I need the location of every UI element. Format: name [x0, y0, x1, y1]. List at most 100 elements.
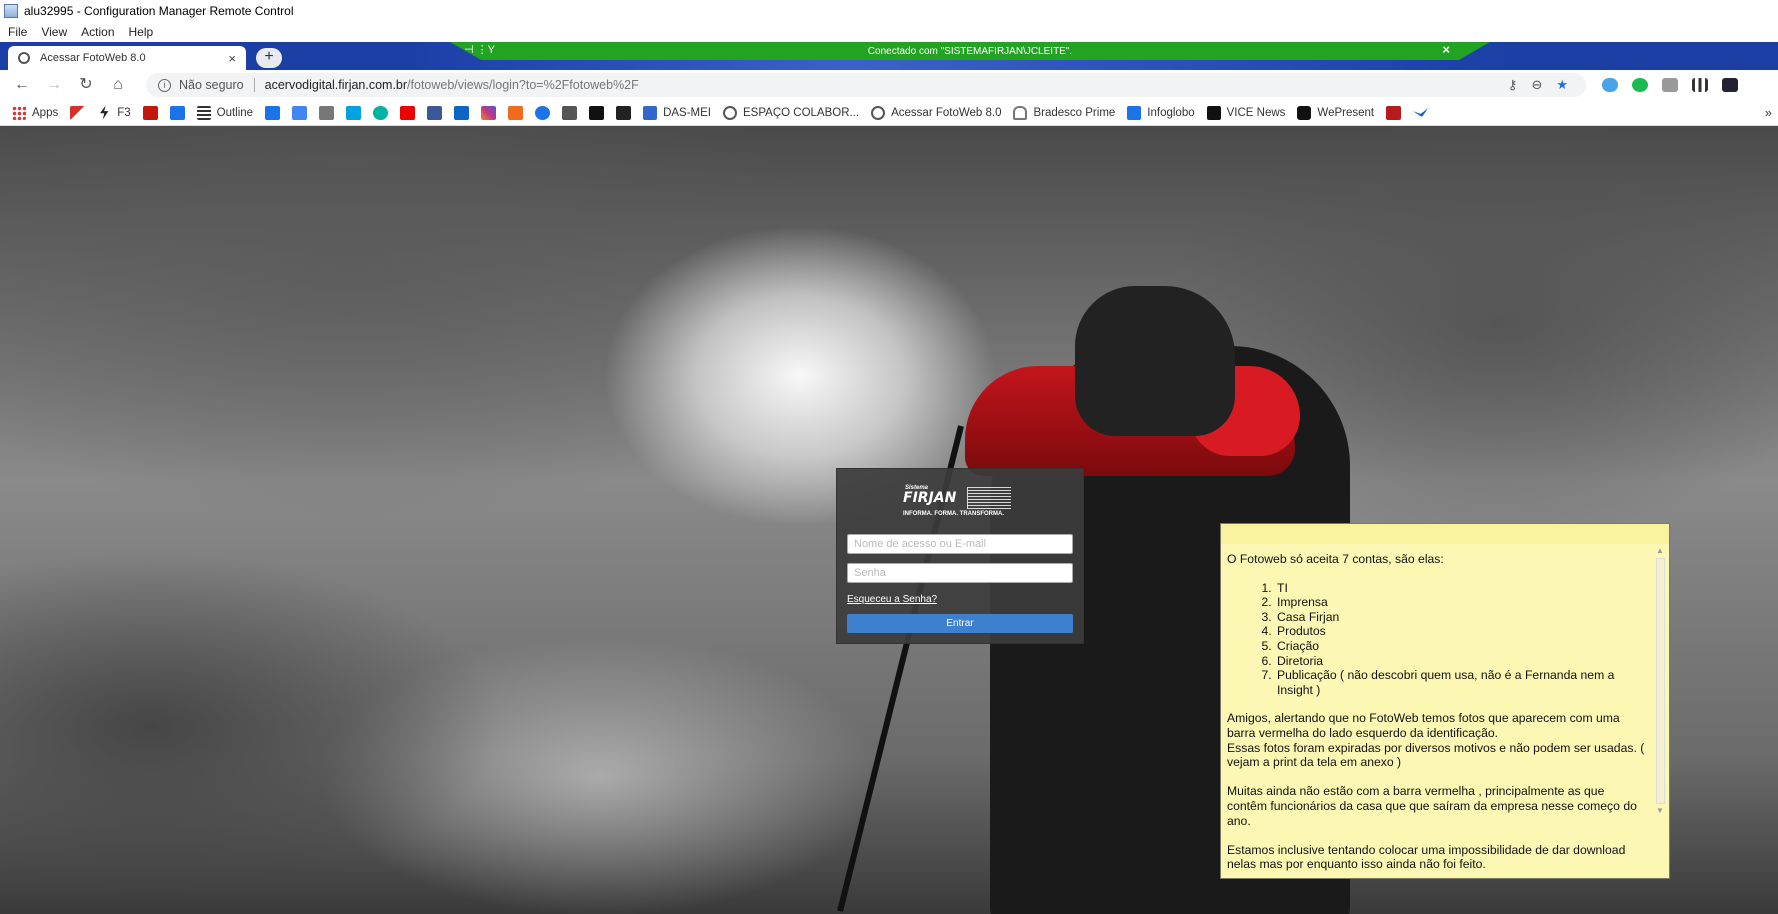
sticky-note-scrollbar[interactable]: ▲ ▼	[1654, 546, 1666, 876]
remote-connection-bar: ⊣ ⋮Y Conectado com "SISTEMAFIRJAN\JCLEIT…	[450, 42, 1490, 60]
bookmark-label: Infoglobo	[1147, 106, 1195, 119]
f-icon[interactable]	[265, 105, 281, 120]
note-spacer	[1227, 828, 1647, 843]
s-icon[interactable]	[346, 105, 362, 120]
linkedin-icon[interactable]	[454, 105, 470, 120]
password-input[interactable]	[847, 563, 1073, 583]
k-icon[interactable]	[508, 105, 524, 120]
logo-mark-icon	[967, 487, 1011, 509]
dropbox-extension-icon[interactable]	[1662, 78, 1678, 92]
tab-title: Acessar FotoWeb 8.0	[40, 52, 146, 64]
cloud-extension-icon[interactable]	[1602, 78, 1618, 92]
back-arrow-icon[interactable]: ←	[12, 75, 32, 95]
bookmark-outline[interactable]: Outline	[196, 105, 253, 120]
list-item: Publicação ( não descobri quem usa, não …	[1275, 668, 1647, 697]
bookmark-label: Acessar FotoWeb 8.0	[891, 106, 1002, 119]
bookmark-f3[interactable]: F3	[97, 105, 131, 120]
firjan-logo: Sistema FIRJAN INFORMA. FORMA. TRANSFORM…	[903, 485, 1023, 519]
url-path: /fotoweb/views/login?to=%2Ffotoweb%2F	[407, 78, 639, 92]
bookmark-label: WePresent	[1317, 106, 1375, 119]
a-icon[interactable]	[589, 105, 605, 120]
omnibox-divider	[253, 78, 255, 92]
bookmark-label: Apps	[32, 106, 59, 119]
scroll-thumb[interactable]	[1655, 558, 1665, 804]
browser-tab-strip: Acessar FotoWeb 8.0 × + ⊣ ⋮Y Conectado c…	[0, 42, 1778, 70]
list-item: Casa Firjan	[1275, 610, 1647, 625]
sticky-note[interactable]: O Fotoweb só aceita 7 contas, são elas: …	[1220, 523, 1670, 879]
globe-icon	[18, 52, 30, 64]
bookmark-star-icon[interactable]: ★	[1556, 77, 1568, 93]
apps-grid-icon	[12, 105, 26, 120]
bookmark-wepresent[interactable]: WePresent	[1297, 105, 1375, 120]
bookmark-bradesco-prime[interactable]: Bradesco Prime	[1013, 105, 1115, 120]
g1-icon[interactable]	[142, 105, 158, 120]
new-tab-button[interactable]: +	[256, 48, 282, 68]
logo-brand-text: FIRJAN	[903, 490, 957, 506]
bookmark-das-mei[interactable]: DAS-MEI	[643, 105, 711, 120]
bookmark-label: F3	[117, 106, 131, 119]
santander-icon[interactable]	[400, 105, 416, 120]
zoom-icon[interactable]: ⊖	[1531, 77, 1542, 93]
security-label[interactable]: Não seguro	[179, 78, 244, 92]
username-input[interactable]	[847, 534, 1073, 554]
url-bar[interactable]: i Não seguro acervodigital.firjan.com.br…	[146, 73, 1586, 97]
gear-icon[interactable]	[535, 105, 551, 120]
dg-icon[interactable]	[319, 105, 335, 120]
bookmarks-overflow-icon[interactable]: »	[1765, 105, 1772, 120]
reload-icon[interactable]: ↻	[76, 75, 96, 95]
list-item: Criação	[1275, 639, 1647, 654]
chat-extension-icon[interactable]	[1632, 78, 1648, 92]
window-menu-bar: File View Action Help	[0, 22, 1778, 42]
tab-fotoweb[interactable]: Acessar FotoWeb 8.0 ×	[8, 46, 246, 70]
instagram-icon[interactable]	[481, 105, 497, 120]
note-paragraph-3: Estamos inclusive tentando colocar uma i…	[1227, 842, 1626, 872]
info-icon[interactable]: i	[158, 78, 171, 92]
scroll-up-icon[interactable]: ▲	[1654, 546, 1666, 556]
scroll-down-icon[interactable]: ▼	[1654, 806, 1666, 816]
translate-icon[interactable]	[292, 105, 308, 120]
facebook-icon[interactable]	[427, 105, 443, 120]
forward-arrow-icon[interactable]: →	[44, 75, 64, 95]
list-item: Imprensa	[1275, 595, 1647, 610]
login-submit-button[interactable]: Entrar	[847, 614, 1073, 633]
home-icon[interactable]: ⌂	[108, 75, 128, 95]
bookmark-infoglobo[interactable]: Infoglobo	[1127, 105, 1195, 120]
sticky-note-header[interactable]	[1221, 524, 1669, 544]
key-icon[interactable]: ⚷	[1508, 77, 1518, 93]
menu-view[interactable]: View	[41, 25, 67, 39]
extensions-area	[1602, 78, 1738, 92]
globe-icon	[723, 105, 737, 120]
bolt-icon	[100, 105, 109, 120]
bird-icon[interactable]	[1413, 108, 1429, 117]
tt-icon[interactable]	[562, 105, 578, 120]
bookmark-acessar-fotoweb[interactable]: Acessar FotoWeb 8.0	[871, 105, 1002, 120]
sticky-note-content[interactable]: O Fotoweb só aceita 7 contas, são elas: …	[1227, 552, 1647, 872]
check-circle-icon[interactable]	[373, 105, 389, 120]
news-extension-icon[interactable]	[1722, 78, 1738, 92]
remote-control-app-icon	[4, 4, 18, 18]
menu-action[interactable]: Action	[81, 25, 114, 39]
signal-extension-icon[interactable]	[1692, 78, 1708, 92]
note-spacer	[1227, 770, 1647, 785]
infoglobo-icon	[1127, 105, 1142, 120]
tab-close-icon[interactable]: ×	[228, 51, 236, 66]
window-title-bar: alu32995 - Configuration Manager Remote …	[0, 0, 1778, 22]
address-toolbar: ← → ↻ ⌂ i Não seguro acervodigital.firja…	[0, 70, 1778, 100]
adi-icon[interactable]	[1386, 105, 1402, 120]
bookmark-espaco-colabor[interactable]: ESPAÇO COLABOR...	[723, 105, 859, 120]
das-mei-icon	[643, 105, 658, 120]
cv-icon[interactable]	[616, 105, 632, 120]
connection-close-icon[interactable]: ×	[1442, 42, 1450, 57]
bookmark-apps[interactable]: Apps	[12, 105, 59, 120]
bookmark-vice-news[interactable]: VICE News	[1206, 105, 1285, 120]
we-icon	[1297, 105, 1312, 120]
menu-help[interactable]: Help	[129, 25, 154, 39]
menu-file[interactable]: File	[8, 25, 27, 39]
note-intro: O Fotoweb só aceita 7 contas, são elas:	[1227, 552, 1444, 566]
gmail-icon[interactable]	[70, 105, 86, 120]
google-icon[interactable]	[169, 105, 185, 120]
url-host: acervodigital.firjan.com.br	[264, 78, 408, 92]
logo-tagline: INFORMA. FORMA. TRANSFORMA.	[903, 511, 1004, 517]
outline-icon	[196, 105, 211, 120]
forgot-password-link[interactable]: Esqueceu a Senha?	[847, 594, 937, 605]
